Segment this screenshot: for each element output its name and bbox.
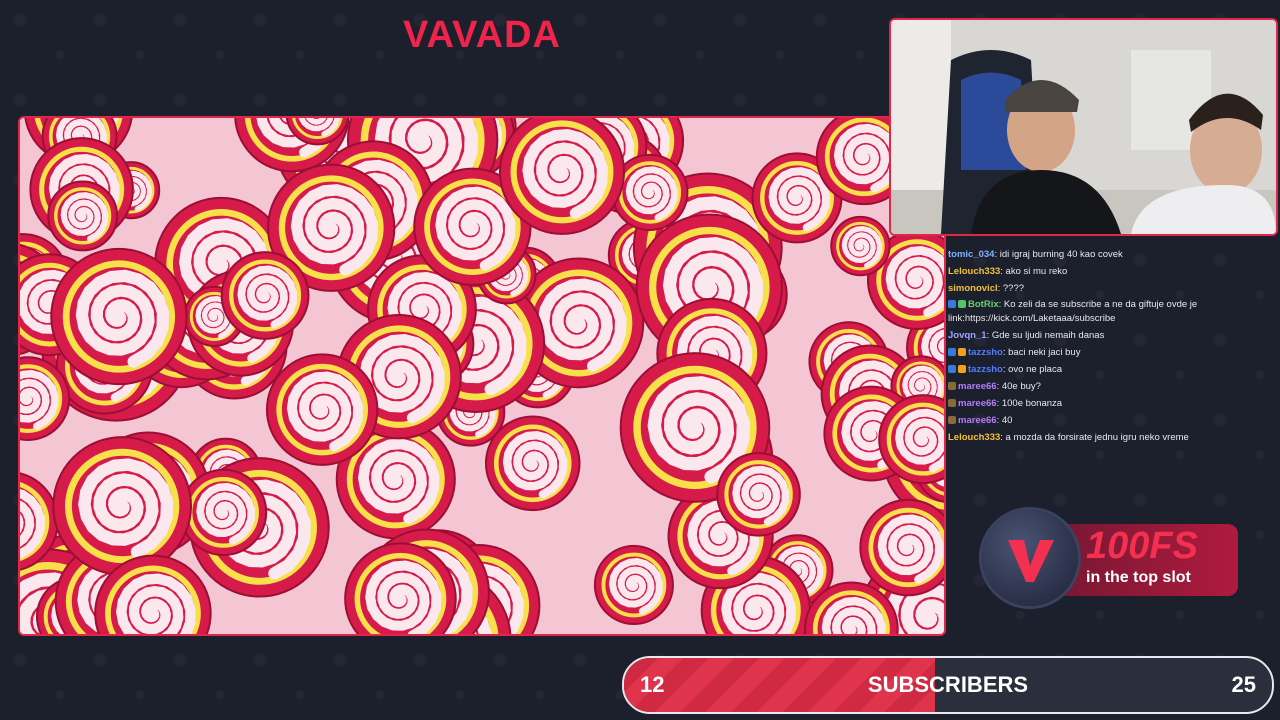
chat-username[interactable]: maree66 bbox=[958, 415, 997, 426]
lollipop-icon bbox=[484, 415, 581, 512]
chat-username[interactable]: maree66 bbox=[958, 398, 997, 409]
chat-message: tazzsho: ovo ne placa bbox=[948, 361, 1278, 378]
chat-username[interactable]: tazzsho bbox=[968, 364, 1003, 375]
lollipop-swirl-background bbox=[20, 118, 944, 634]
chat-badge-icon bbox=[958, 300, 966, 308]
vavada-logo-icon: VAVADA bbox=[403, 14, 561, 56]
chat-username[interactable]: maree66 bbox=[958, 381, 997, 392]
chat-username[interactable]: Lelouch333 bbox=[948, 432, 1000, 443]
chat-text: : a mozda da forsirate jednu igru neko v… bbox=[1000, 432, 1189, 443]
chat-text: : baci neki jaci buy bbox=[1002, 347, 1081, 358]
chat-message: maree66: 40e buy? bbox=[948, 378, 1278, 395]
chat-text: : ???? bbox=[997, 283, 1025, 294]
chat-username[interactable]: Lelouch333 bbox=[948, 266, 1000, 277]
chat-text: : ovo ne placa bbox=[1002, 364, 1062, 375]
chat-text: : Gde su ljudi nemaih danas bbox=[986, 330, 1105, 341]
brand-logo: VAVADA bbox=[366, 14, 598, 56]
chat-username[interactable]: tomic_034 bbox=[948, 249, 994, 260]
chat-message: tazzsho: baci neki jaci buy bbox=[948, 344, 1278, 361]
chat-badge-icon bbox=[948, 399, 956, 407]
subscriber-label: SUBSCRIBERS bbox=[867, 672, 1029, 697]
chat-text: : 40 bbox=[996, 415, 1013, 426]
lollipop-icon bbox=[220, 251, 310, 340]
lollipop-icon bbox=[593, 544, 674, 625]
chat-message: Lelouch333: ako si mu reko bbox=[948, 263, 1278, 280]
lollipop-icon bbox=[52, 436, 193, 576]
chat-username[interactable]: BotRix bbox=[968, 299, 999, 310]
svg-text:VAVADA: VAVADA bbox=[403, 14, 561, 54]
chat-text: : 100e bonanza bbox=[996, 398, 1063, 409]
promo-banner[interactable]: 100FS in the top slot bbox=[982, 510, 1240, 606]
chat-message: maree66: 40 bbox=[948, 412, 1278, 429]
lollipop-icon bbox=[716, 452, 801, 537]
vavada-v-icon bbox=[982, 510, 1078, 606]
lollipop-icon bbox=[179, 468, 268, 557]
chat-message: BotRix: Ko zeli da se subscribe a ne da … bbox=[948, 297, 1278, 327]
chat-username[interactable]: tazzsho bbox=[968, 347, 1003, 358]
promo-subline: in the top slot bbox=[1086, 569, 1191, 586]
chat-username[interactable]: Jovqn_1 bbox=[948, 330, 987, 341]
chat-badge-icon bbox=[948, 416, 956, 424]
chat-text: : 40e buy? bbox=[996, 381, 1041, 392]
subscriber-goal: 25 bbox=[1231, 672, 1256, 697]
lollipop-icon bbox=[859, 498, 944, 597]
subscriber-goal-bar: 12 SUBSCRIBERS 25 bbox=[622, 656, 1274, 714]
lollipop-icon bbox=[47, 180, 119, 252]
chat-badge-icon bbox=[948, 300, 956, 308]
lollipop-icon bbox=[265, 353, 379, 466]
chat-badge-icon bbox=[948, 365, 956, 373]
webcam-feed bbox=[889, 18, 1278, 236]
chat-username[interactable]: simonovicl bbox=[948, 283, 998, 294]
chat-text: : ako si mu reko bbox=[1000, 266, 1068, 277]
chat-badge-icon bbox=[958, 348, 966, 356]
chat-panel: tomic_034: idi igraj burning 40 kao cove… bbox=[948, 246, 1278, 462]
webcam-image bbox=[891, 20, 1276, 234]
chat-badge-icon bbox=[948, 348, 956, 356]
chat-message: tomic_034: idi igraj burning 40 kao cove… bbox=[948, 246, 1278, 263]
chat-text: : idi igraj burning 40 kao covek bbox=[994, 249, 1123, 260]
lollipop-icon bbox=[498, 118, 626, 235]
chat-message: Jovqn_1: Gde su ljudi nemaih danas bbox=[948, 327, 1278, 344]
game-window[interactable] bbox=[18, 116, 946, 636]
lollipop-icon bbox=[50, 247, 188, 386]
chat-badge-icon bbox=[958, 365, 966, 373]
chat-message: Lelouch333: a mozda da forsirate jednu i… bbox=[948, 429, 1278, 446]
chat-message: maree66: 100e bonanza bbox=[948, 395, 1278, 412]
chat-badge-icon bbox=[948, 382, 956, 390]
promo-headline: 100FS bbox=[1086, 525, 1198, 567]
lollipop-icon bbox=[830, 215, 891, 277]
chat-message: simonovicl: ???? bbox=[948, 280, 1278, 297]
